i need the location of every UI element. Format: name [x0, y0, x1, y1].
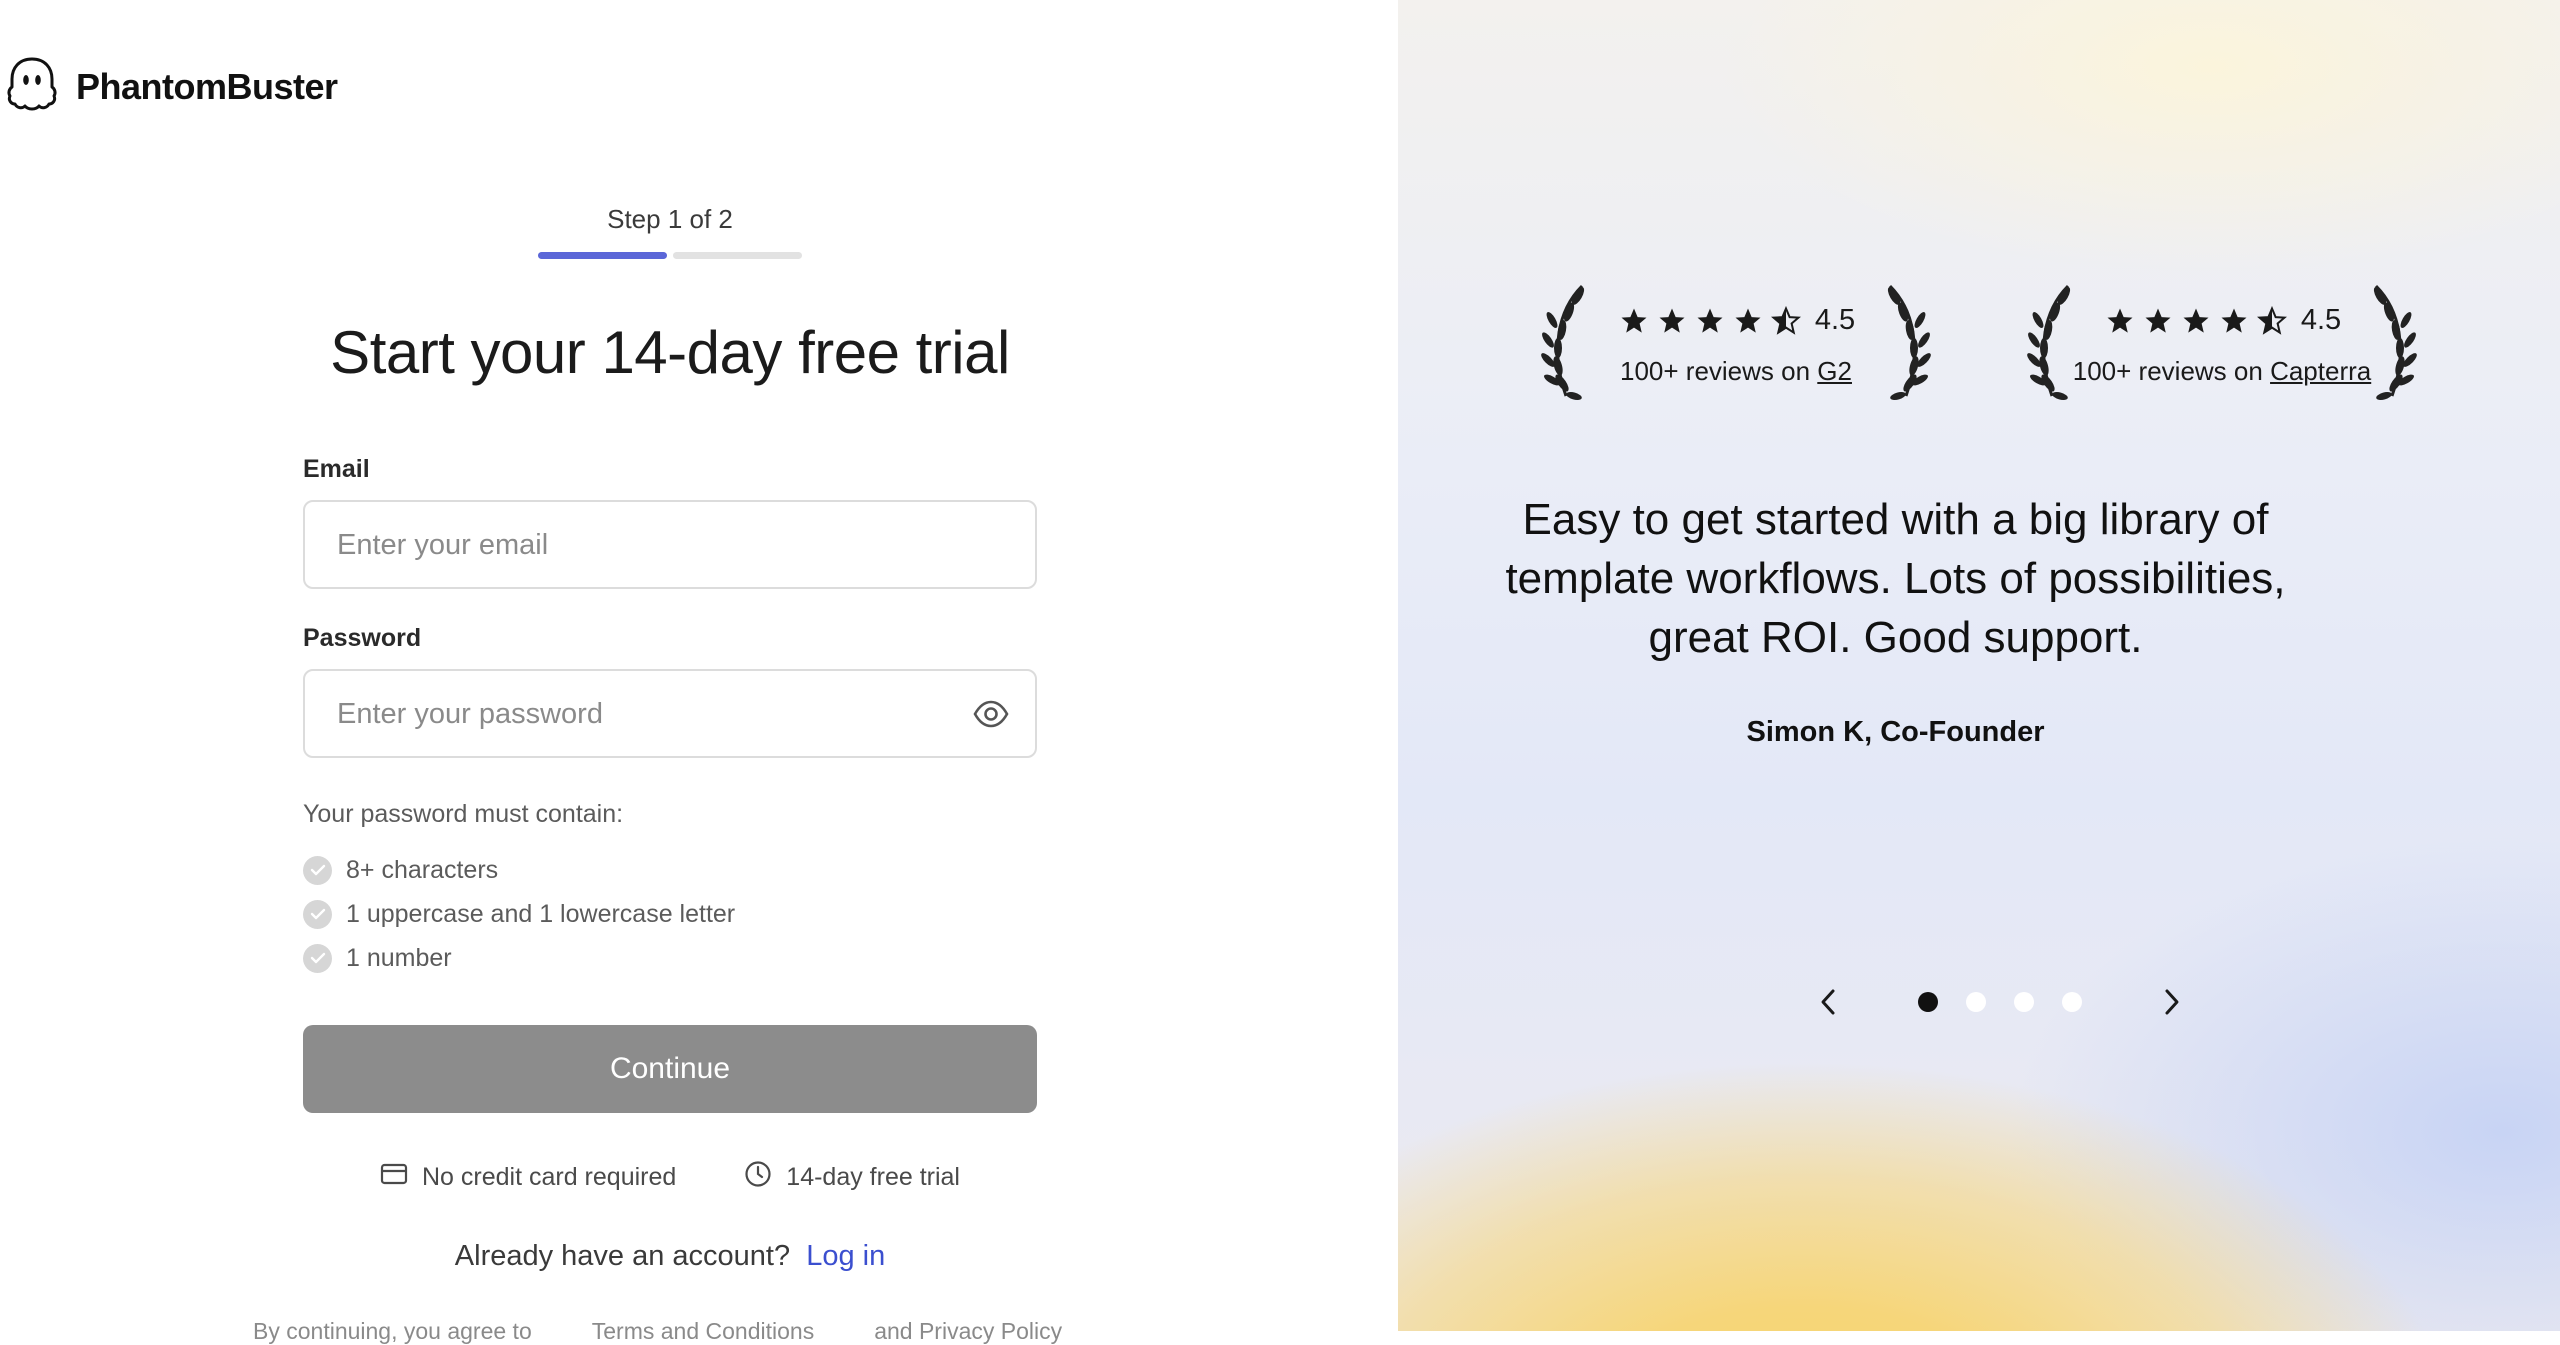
footer-text: By continuing, you agree to [253, 1318, 532, 1344]
carousel-dot-4[interactable] [2062, 992, 2082, 1012]
star-icon [2107, 308, 2133, 333]
password-label: Password [303, 624, 422, 652]
star-icon [1697, 308, 1723, 333]
email-label: Email [303, 455, 370, 483]
perk-label: 14-day free trial [786, 1163, 960, 1191]
reviews-prefix: 100+ reviews on [2072, 356, 2263, 386]
star-rating: 4.5 [2088, 304, 2358, 337]
login-prompt: Already have an account? Log in [0, 1240, 1340, 1273]
login-prompt-text: Already have an account? [454, 1240, 791, 1272]
star-icon [1659, 308, 1685, 333]
continue-button[interactable]: Continue [303, 1025, 1037, 1113]
reviews-prefix: 100+ reviews on [1620, 356, 1811, 386]
perk-no-credit-card: No credit card required [380, 1160, 676, 1195]
chevron-left-icon[interactable] [1808, 982, 1848, 1022]
reviews-text: 100+ reviews on Capterra [2062, 356, 2382, 387]
requirement-item: 1 uppercase and 1 lowercase letter [303, 892, 735, 936]
requirement-label: 8+ characters [346, 855, 499, 884]
left-laurel-icon [1536, 280, 1596, 409]
testimonial-author: Simon K, Co-Founder [1746, 716, 2045, 748]
password-field-wrapper [303, 669, 1037, 758]
page-title: Start your 14-day free trial [330, 319, 1010, 386]
signup-panel: PhantomBuster Step 1 of 2 Start your 14-… [0, 0, 1398, 1344]
terms-link[interactable]: Terms and Conditions [592, 1318, 814, 1345]
right-laurel-icon [1876, 280, 1936, 409]
half-star-icon [1770, 305, 1801, 335]
password-requirements-list: 8+ characters 1 uppercase and 1 lowercas… [303, 848, 735, 980]
rating-value: 4.5 [1814, 304, 1856, 336]
star-icon [1735, 308, 1761, 333]
capterra-link[interactable]: Capterra [2270, 356, 2371, 386]
right-laurel-icon [2362, 280, 2422, 409]
requirement-item: 8+ characters [303, 848, 735, 892]
privacy-link[interactable]: and Privacy Policy [874, 1318, 1062, 1345]
perk-free-trial: 14-day free trial [744, 1160, 960, 1195]
rating-value: 4.5 [2300, 304, 2342, 336]
progress-segment-1 [538, 252, 667, 259]
email-input[interactable] [335, 502, 959, 589]
requirement-label: 1 number [346, 943, 452, 972]
testimonial-panel: 4.5 100+ reviews on G2 4.5 100+ reviews … [1398, 0, 2560, 1331]
brand[interactable]: PhantomBuster [6, 56, 338, 117]
check-icon [303, 855, 332, 885]
chevron-right-icon[interactable] [2152, 982, 2192, 1022]
password-input[interactable] [335, 671, 959, 758]
carousel-dots [1918, 992, 2082, 1012]
check-icon [303, 899, 332, 929]
carousel-dot-2[interactable] [1966, 992, 1986, 1012]
half-star-icon [2256, 305, 2287, 335]
reviews-text: 100+ reviews on G2 [1576, 356, 1896, 387]
email-field-wrapper [303, 500, 1037, 589]
perk-label: No credit card required [422, 1163, 677, 1191]
g2-link[interactable]: G2 [1817, 356, 1852, 386]
check-icon [303, 943, 332, 973]
ghost-logo-icon [6, 56, 58, 117]
step-indicator: Step 1 of 2 [607, 204, 733, 234]
capterra-rating-badge: 4.5 100+ reviews on Capterra [2022, 280, 2422, 410]
login-link[interactable]: Log in [806, 1240, 885, 1272]
progress-segment-2 [673, 252, 802, 259]
requirement-item: 1 number [303, 936, 735, 980]
g2-rating-badge: 4.5 100+ reviews on G2 [1536, 280, 1936, 410]
brand-name: PhantomBuster [76, 65, 338, 107]
legal-footer: By continuing, you agree to Terms and Co… [253, 1318, 1062, 1345]
star-rating: 4.5 [1602, 304, 1872, 337]
carousel-dot-1[interactable] [1918, 992, 1938, 1012]
eye-icon[interactable] [973, 699, 1009, 734]
star-icon [2221, 308, 2247, 333]
trial-perks: No credit card required 14-day free tria… [0, 1160, 1340, 1195]
password-requirements-title: Your password must contain: [303, 800, 624, 828]
star-icon [1621, 308, 1647, 333]
credit-card-icon [380, 1163, 408, 1192]
requirement-label: 1 uppercase and 1 lowercase letter [346, 899, 736, 928]
testimonial-quote: Easy to get started with a big library o… [1505, 495, 2286, 662]
star-icon [2145, 308, 2171, 333]
carousel-dot-3[interactable] [2014, 992, 2034, 1012]
star-icon [2183, 308, 2209, 333]
testimonial-carousel-controls [1808, 982, 2192, 1022]
clock-icon [744, 1160, 772, 1195]
step-progress-bar [538, 252, 802, 259]
left-laurel-icon [2022, 280, 2082, 409]
